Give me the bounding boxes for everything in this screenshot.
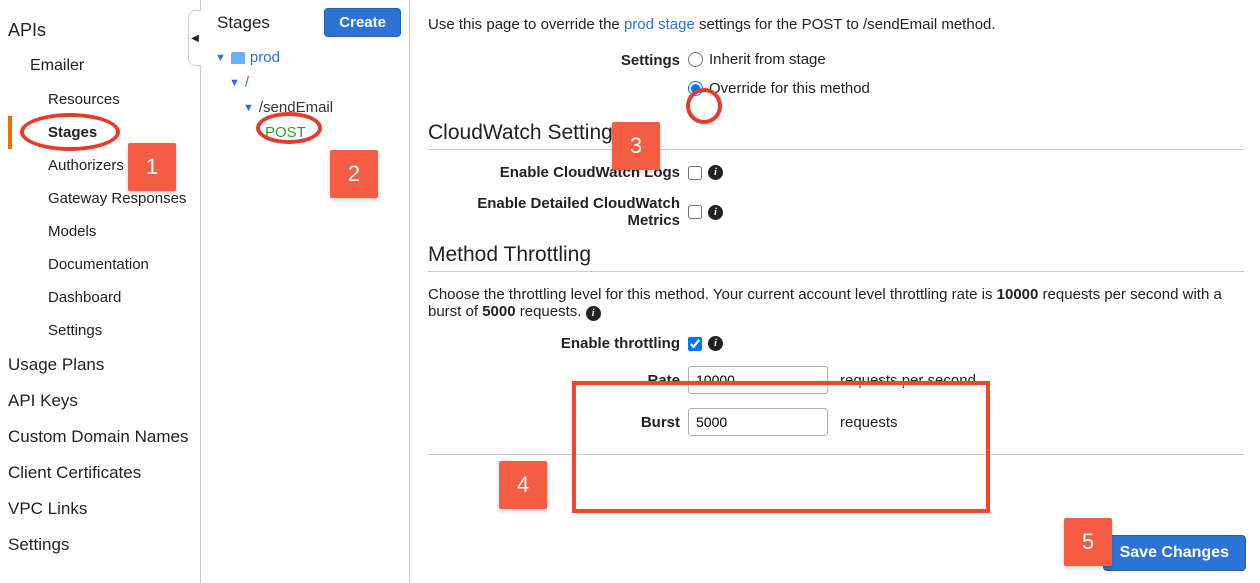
cw-metrics-checkbox[interactable] <box>688 205 702 219</box>
radio-inherit[interactable]: Inherit from stage <box>688 51 870 68</box>
cw-metrics-label: Enable Detailed CloudWatch Metrics <box>428 195 688 229</box>
divider <box>428 149 1244 150</box>
stages-panel: ◀ Stages Create ▼ prod ▼ / ▼ /sendEmail … <box>200 0 410 583</box>
stage-icon <box>231 52 245 64</box>
radio-override[interactable]: Override for this method <box>688 80 870 97</box>
sidebar-title: APIs <box>8 14 200 49</box>
sidebar-item-gateway-responses[interactable]: Gateway Responses <box>8 182 200 215</box>
caret-down-icon: ▼ <box>215 52 226 64</box>
sidebar-item-client-certificates[interactable]: Client Certificates <box>8 455 200 491</box>
enable-throttling-checkbox[interactable] <box>688 337 702 351</box>
sidebar-item-api-keys[interactable]: API Keys <box>8 383 200 419</box>
sidebar-item-vpc-links[interactable]: VPC Links <box>8 491 200 527</box>
tree-node-post[interactable]: POST <box>215 120 401 145</box>
info-icon[interactable]: i <box>708 205 723 220</box>
rate-label: Rate <box>428 372 688 389</box>
sidebar-item-custom-domain[interactable]: Custom Domain Names <box>8 419 200 455</box>
info-icon[interactable]: i <box>586 306 601 321</box>
create-button[interactable]: Create <box>324 8 401 37</box>
collapse-handle[interactable]: ◀ <box>188 10 201 66</box>
tree-node-root[interactable]: ▼ / <box>215 70 401 95</box>
settings-label: Settings <box>428 51 688 69</box>
burst-label: Burst <box>428 414 688 431</box>
radio-override-input[interactable] <box>688 81 703 96</box>
divider <box>428 271 1244 272</box>
sidebar-item-settings[interactable]: Settings <box>8 527 200 563</box>
tree-node-prod[interactable]: ▼ prod <box>215 45 401 70</box>
save-changes-button[interactable]: Save Changes <box>1103 535 1246 571</box>
caret-down-icon: ▼ <box>243 102 254 114</box>
burst-unit: requests <box>840 414 898 431</box>
sidebar-api-name[interactable]: Emailer <box>8 49 200 83</box>
throttling-heading: Method Throttling <box>428 243 1244 267</box>
sidebar-item-dashboard[interactable]: Dashboard <box>8 281 200 314</box>
sidebar-item-documentation[interactable]: Documentation <box>8 248 200 281</box>
cloudwatch-heading: CloudWatch Settings <box>428 121 1244 145</box>
cw-logs-checkbox[interactable] <box>688 166 702 180</box>
stages-tree: ▼ prod ▼ / ▼ /sendEmail POST <box>209 45 401 145</box>
prod-stage-link[interactable]: prod stage <box>624 16 695 33</box>
sidebar-item-authorizers[interactable]: Authorizers <box>8 149 200 182</box>
rate-unit: requests per second <box>840 372 976 389</box>
cw-logs-label: Enable CloudWatch Logs <box>428 164 688 181</box>
sidebar-item-api-settings[interactable]: Settings <box>8 314 200 347</box>
left-sidebar: APIs Emailer Resources Stages Authorizer… <box>0 0 200 583</box>
info-icon[interactable]: i <box>708 336 723 351</box>
divider <box>428 454 1244 455</box>
info-icon[interactable]: i <box>708 165 723 180</box>
main-content: Use this page to override the prod stage… <box>410 0 1260 583</box>
radio-inherit-input[interactable] <box>688 52 703 67</box>
tree-node-sendemail[interactable]: ▼ /sendEmail <box>215 95 401 120</box>
sidebar-item-usage-plans[interactable]: Usage Plans <box>8 347 200 383</box>
intro-text: Use this page to override the prod stage… <box>428 16 1244 33</box>
throttling-paragraph: Choose the throttling level for this met… <box>428 286 1244 321</box>
enable-throttling-label: Enable throttling <box>428 335 688 352</box>
sidebar-item-stages[interactable]: Stages <box>8 116 200 149</box>
caret-down-icon: ▼ <box>229 77 240 89</box>
rate-input[interactable] <box>688 366 828 394</box>
stages-title: Stages <box>209 13 270 33</box>
sidebar-item-resources[interactable]: Resources <box>8 83 200 116</box>
sidebar-item-models[interactable]: Models <box>8 215 200 248</box>
burst-input[interactable] <box>688 408 828 436</box>
